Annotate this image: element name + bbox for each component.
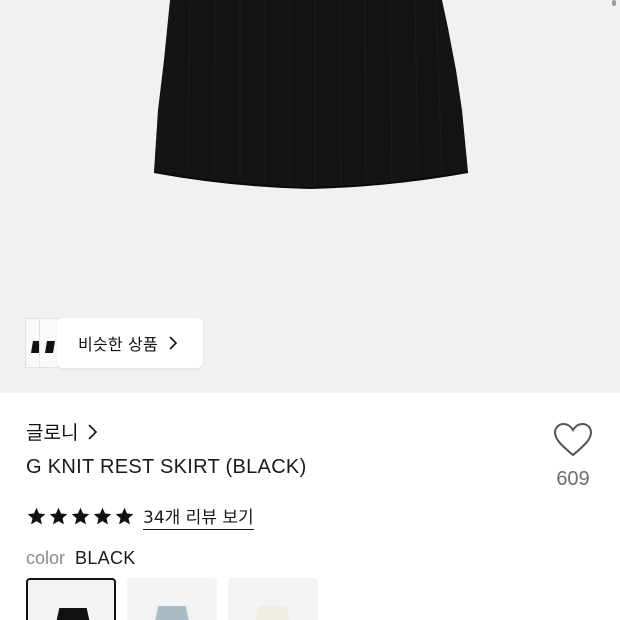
chevron-right-icon bbox=[169, 336, 178, 350]
color-swatch-ivory[interactable] bbox=[228, 578, 318, 620]
chevron-right-icon bbox=[88, 423, 98, 440]
star-filled-icon bbox=[93, 507, 112, 525]
similar-products-button[interactable]: 비슷한 상품 bbox=[57, 318, 203, 368]
wishlist-count: 609 bbox=[556, 468, 590, 490]
product-image-area[interactable]: 비슷한 상품 bbox=[0, 0, 620, 393]
scroll-indicator bbox=[612, 0, 616, 6]
reviews-link[interactable]: 34개 리뷰 보기 bbox=[143, 503, 254, 530]
swatch-thumbnail bbox=[55, 608, 91, 620]
star-filled-icon bbox=[27, 507, 46, 525]
color-value: BLACK bbox=[75, 548, 136, 568]
color-swatch-black[interactable] bbox=[26, 578, 116, 620]
rating-row: 34개 리뷰 보기 bbox=[26, 503, 254, 530]
brand-name: 글로니 bbox=[26, 422, 79, 444]
heart-outline-icon bbox=[553, 422, 593, 457]
star-filled-icon bbox=[71, 507, 90, 525]
rating-stars bbox=[26, 506, 135, 527]
similar-thumbnail bbox=[39, 318, 59, 368]
brand-link[interactable]: 글로니 bbox=[26, 418, 98, 445]
color-label: color bbox=[26, 548, 66, 568]
swatch-thumbnail bbox=[154, 606, 190, 620]
star-filled-icon bbox=[49, 507, 68, 525]
swatch-thumbnail bbox=[255, 606, 291, 620]
product-title: G KNIT REST SKIRT (BLACK) bbox=[26, 456, 307, 478]
similar-products-label: 비슷한 상품 bbox=[78, 335, 158, 354]
color-swatch-blue[interactable] bbox=[127, 578, 217, 620]
star-filled-icon bbox=[115, 507, 134, 525]
color-selection-row: color BLACK bbox=[26, 548, 136, 569]
wishlist-button[interactable]: 609 bbox=[548, 422, 598, 492]
